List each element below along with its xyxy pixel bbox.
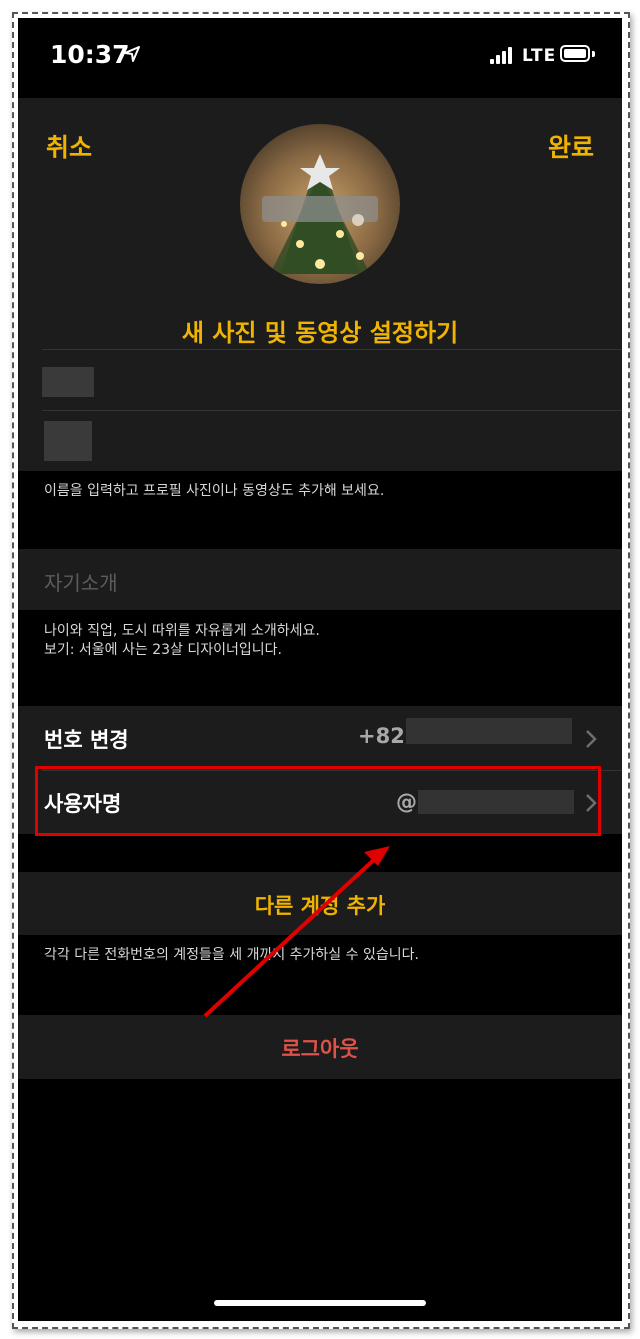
annotation-arrow [203, 846, 390, 1018]
